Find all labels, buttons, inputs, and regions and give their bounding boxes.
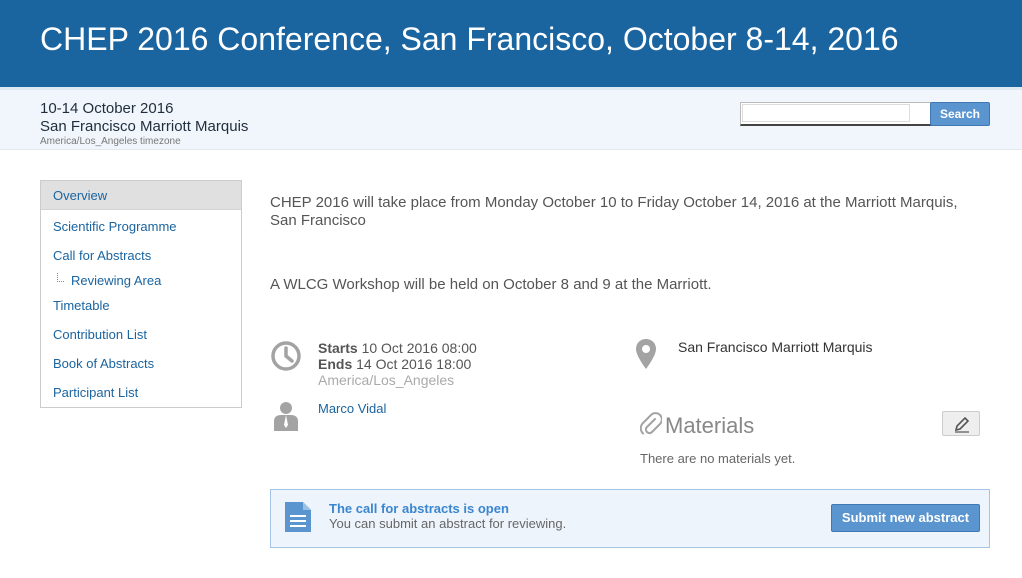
sidebar-item-participant-list[interactable]: Participant List <box>41 378 241 407</box>
clock-icon <box>271 341 301 371</box>
event-description-workshop: A WLCG Workshop will be held on October … <box>270 276 712 293</box>
ends-label: Ends <box>318 356 353 372</box>
page-title: CHEP 2016 Conference, San Francisco, Oct… <box>40 21 899 57</box>
header-banner: CHEP 2016 Conference, San Francisco, Oct… <box>0 0 1022 87</box>
search-field[interactable] <box>740 102 932 126</box>
paperclip-icon <box>640 412 662 435</box>
sidebar-menu: Overview Scientific Programme Call for A… <box>40 180 242 408</box>
edit-materials-button[interactable] <box>942 411 980 436</box>
sidebar-item-book-of-abstracts[interactable]: Book of Abstracts <box>41 349 241 378</box>
event-start: Starts 10 Oct 2016 08:00 <box>318 340 477 356</box>
submit-abstract-button[interactable]: Submit new abstract <box>831 504 980 532</box>
search-input[interactable] <box>742 104 910 122</box>
sidebar-item-label: Reviewing Area <box>71 273 162 288</box>
cfa-title: The call for abstracts is open <box>329 501 509 516</box>
sidebar-item-timetable[interactable]: Timetable <box>41 291 241 320</box>
pencil-icon <box>954 416 970 433</box>
event-subheader: 10-14 October 2016 San Francisco Marriot… <box>0 87 1022 150</box>
materials-empty-message: There are no materials yet. <box>640 451 796 466</box>
event-venue: San Francisco Marriott Marquis <box>40 118 249 135</box>
starts-value: 10 Oct 2016 08:00 <box>361 340 477 356</box>
sidebar-item-overview[interactable]: Overview <box>41 181 241 210</box>
event-end: Ends 14 Oct 2016 18:00 <box>318 356 471 372</box>
sidebar-item-contribution-list[interactable]: Contribution List <box>41 320 241 349</box>
search-button[interactable]: Search <box>930 102 990 126</box>
person-icon <box>274 402 298 431</box>
event-dates: 10-14 October 2016 <box>40 100 174 117</box>
call-for-abstracts-box: The call for abstracts is open You can s… <box>270 489 990 548</box>
event-description: CHEP 2016 will take place from Monday Oc… <box>270 194 958 229</box>
event-timezone-detail: America/Los_Angeles <box>318 372 455 388</box>
starts-label: Starts <box>318 340 358 356</box>
event-timezone: America/Los_Angeles timezone <box>40 136 181 147</box>
event-location: San Francisco Marriott Marquis <box>678 339 873 355</box>
chair-link[interactable]: Marco Vidal <box>318 401 386 416</box>
materials-heading: Materials <box>665 413 755 438</box>
document-icon <box>285 502 311 532</box>
sidebar-item-scientific-programme[interactable]: Scientific Programme <box>41 212 241 241</box>
submenu-indicator-icon <box>57 273 64 282</box>
ends-value: 14 Oct 2016 18:00 <box>356 356 472 372</box>
map-pin-icon <box>636 339 656 369</box>
cfa-subtitle: You can submit an abstract for reviewing… <box>329 516 567 531</box>
